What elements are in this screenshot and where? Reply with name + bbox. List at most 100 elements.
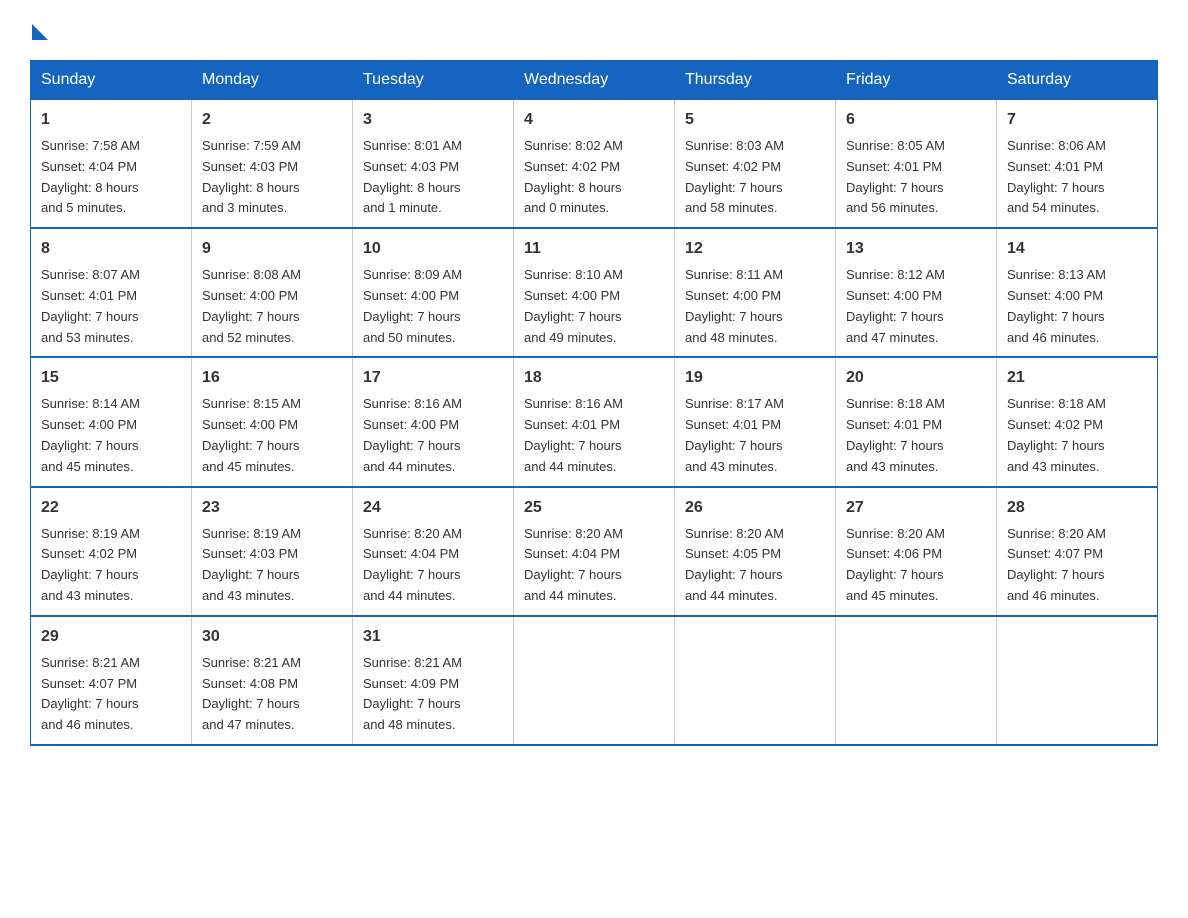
day-info: Sunrise: 7:58 AM Sunset: 4:04 PM Dayligh… xyxy=(41,136,181,219)
day-info: Sunrise: 8:14 AM Sunset: 4:00 PM Dayligh… xyxy=(41,394,181,477)
calendar-cell: 3 Sunrise: 8:01 AM Sunset: 4:03 PM Daylig… xyxy=(353,100,514,229)
day-info: Sunrise: 8:20 AM Sunset: 4:04 PM Dayligh… xyxy=(524,524,664,607)
day-number: 13 xyxy=(846,237,986,261)
calendar-week-5: 29 Sunrise: 8:21 AM Sunset: 4:07 PM Dayli… xyxy=(31,616,1158,745)
calendar-body: 1 Sunrise: 7:58 AM Sunset: 4:04 PM Daylig… xyxy=(31,100,1158,745)
day-number: 6 xyxy=(846,108,986,132)
calendar-header: Sunday Monday Tuesday Wednesday Thursday… xyxy=(31,61,1158,100)
day-number: 23 xyxy=(202,496,342,520)
day-info: Sunrise: 8:19 AM Sunset: 4:03 PM Dayligh… xyxy=(202,524,342,607)
day-info: Sunrise: 8:20 AM Sunset: 4:04 PM Dayligh… xyxy=(363,524,503,607)
calendar-week-1: 1 Sunrise: 7:58 AM Sunset: 4:04 PM Daylig… xyxy=(31,100,1158,229)
day-number: 3 xyxy=(363,108,503,132)
col-wednesday: Wednesday xyxy=(514,61,675,100)
calendar-cell: 27 Sunrise: 8:20 AM Sunset: 4:06 PM Dayli… xyxy=(836,487,997,616)
calendar-cell: 5Sunrise: 8:03 AM Sunset: 4:02 PM Daylig… xyxy=(675,100,836,229)
calendar-cell: 10 Sunrise: 8:09 AM Sunset: 4:00 PM Dayli… xyxy=(353,228,514,357)
calendar-cell: 31 Sunrise: 8:21 AM Sunset: 4:09 PM Dayli… xyxy=(353,616,514,745)
calendar-cell: 25 Sunrise: 8:20 AM Sunset: 4:04 PM Dayli… xyxy=(514,487,675,616)
logo-arrow-icon xyxy=(32,24,48,40)
day-info: Sunrise: 8:09 AM Sunset: 4:00 PM Dayligh… xyxy=(363,265,503,348)
calendar-cell: 11 Sunrise: 8:10 AM Sunset: 4:00 PM Dayli… xyxy=(514,228,675,357)
day-number: 2 xyxy=(202,108,342,132)
day-number: 18 xyxy=(524,366,664,390)
day-number: 20 xyxy=(846,366,986,390)
day-info: Sunrise: 8:21 AM Sunset: 4:07 PM Dayligh… xyxy=(41,653,181,736)
day-number: 5 xyxy=(685,108,825,132)
calendar-cell: 29 Sunrise: 8:21 AM Sunset: 4:07 PM Dayli… xyxy=(31,616,192,745)
calendar-cell: 24 Sunrise: 8:20 AM Sunset: 4:04 PM Dayli… xyxy=(353,487,514,616)
calendar-cell: 28Sunrise: 8:20 AM Sunset: 4:07 PM Dayli… xyxy=(997,487,1158,616)
day-info: Sunrise: 8:10 AM Sunset: 4:00 PM Dayligh… xyxy=(524,265,664,348)
day-info: Sunrise: 8:17 AM Sunset: 4:01 PM Dayligh… xyxy=(685,394,825,477)
day-info: Sunrise: 8:20 AM Sunset: 4:07 PM Dayligh… xyxy=(1007,524,1147,607)
day-info: Sunrise: 8:12 AM Sunset: 4:00 PM Dayligh… xyxy=(846,265,986,348)
day-number: 12 xyxy=(685,237,825,261)
calendar-cell: 19 Sunrise: 8:17 AM Sunset: 4:01 PM Dayli… xyxy=(675,357,836,486)
day-number: 25 xyxy=(524,496,664,520)
day-info: Sunrise: 8:05 AM Sunset: 4:01 PM Dayligh… xyxy=(846,136,986,219)
calendar-cell: 26Sunrise: 8:20 AM Sunset: 4:05 PM Dayli… xyxy=(675,487,836,616)
day-number: 10 xyxy=(363,237,503,261)
calendar-cell xyxy=(675,616,836,745)
calendar-cell: 7 Sunrise: 8:06 AM Sunset: 4:01 PM Daylig… xyxy=(997,100,1158,229)
calendar-cell: 13 Sunrise: 8:12 AM Sunset: 4:00 PM Dayli… xyxy=(836,228,997,357)
day-info: Sunrise: 8:13 AM Sunset: 4:00 PM Dayligh… xyxy=(1007,265,1147,348)
day-number: 14 xyxy=(1007,237,1147,261)
calendar-cell: 23 Sunrise: 8:19 AM Sunset: 4:03 PM Dayli… xyxy=(192,487,353,616)
day-number: 21 xyxy=(1007,366,1147,390)
day-info: Sunrise: 7:59 AM Sunset: 4:03 PM Dayligh… xyxy=(202,136,342,219)
day-number: 19 xyxy=(685,366,825,390)
calendar-week-3: 15Sunrise: 8:14 AM Sunset: 4:00 PM Dayli… xyxy=(31,357,1158,486)
calendar-cell: 4Sunrise: 8:02 AM Sunset: 4:02 PM Daylig… xyxy=(514,100,675,229)
col-friday: Friday xyxy=(836,61,997,100)
day-info: Sunrise: 8:16 AM Sunset: 4:00 PM Dayligh… xyxy=(363,394,503,477)
day-info: Sunrise: 8:18 AM Sunset: 4:02 PM Dayligh… xyxy=(1007,394,1147,477)
day-number: 31 xyxy=(363,625,503,649)
day-number: 7 xyxy=(1007,108,1147,132)
day-info: Sunrise: 8:16 AM Sunset: 4:01 PM Dayligh… xyxy=(524,394,664,477)
day-info: Sunrise: 8:21 AM Sunset: 4:09 PM Dayligh… xyxy=(363,653,503,736)
day-info: Sunrise: 8:19 AM Sunset: 4:02 PM Dayligh… xyxy=(41,524,181,607)
calendar-week-4: 22 Sunrise: 8:19 AM Sunset: 4:02 PM Dayli… xyxy=(31,487,1158,616)
day-number: 27 xyxy=(846,496,986,520)
day-number: 8 xyxy=(41,237,181,261)
calendar-week-2: 8Sunrise: 8:07 AM Sunset: 4:01 PM Daylig… xyxy=(31,228,1158,357)
day-number: 29 xyxy=(41,625,181,649)
calendar-cell: 22 Sunrise: 8:19 AM Sunset: 4:02 PM Dayli… xyxy=(31,487,192,616)
calendar-cell xyxy=(836,616,997,745)
col-monday: Monday xyxy=(192,61,353,100)
calendar-cell: 9 Sunrise: 8:08 AM Sunset: 4:00 PM Daylig… xyxy=(192,228,353,357)
day-info: Sunrise: 8:15 AM Sunset: 4:00 PM Dayligh… xyxy=(202,394,342,477)
header-row: Sunday Monday Tuesday Wednesday Thursday… xyxy=(31,61,1158,100)
calendar-cell: 17Sunrise: 8:16 AM Sunset: 4:00 PM Dayli… xyxy=(353,357,514,486)
day-number: 30 xyxy=(202,625,342,649)
day-number: 22 xyxy=(41,496,181,520)
calendar-cell: 20 Sunrise: 8:18 AM Sunset: 4:01 PM Dayli… xyxy=(836,357,997,486)
col-sunday: Sunday xyxy=(31,61,192,100)
day-info: Sunrise: 8:18 AM Sunset: 4:01 PM Dayligh… xyxy=(846,394,986,477)
day-number: 11 xyxy=(524,237,664,261)
calendar-cell: 12 Sunrise: 8:11 AM Sunset: 4:00 PM Dayli… xyxy=(675,228,836,357)
day-info: Sunrise: 8:08 AM Sunset: 4:00 PM Dayligh… xyxy=(202,265,342,348)
day-info: Sunrise: 8:01 AM Sunset: 4:03 PM Dayligh… xyxy=(363,136,503,219)
calendar-cell: 15Sunrise: 8:14 AM Sunset: 4:00 PM Dayli… xyxy=(31,357,192,486)
day-number: 16 xyxy=(202,366,342,390)
day-number: 4 xyxy=(524,108,664,132)
day-info: Sunrise: 8:06 AM Sunset: 4:01 PM Dayligh… xyxy=(1007,136,1147,219)
day-info: Sunrise: 8:20 AM Sunset: 4:06 PM Dayligh… xyxy=(846,524,986,607)
day-info: Sunrise: 8:21 AM Sunset: 4:08 PM Dayligh… xyxy=(202,653,342,736)
day-number: 9 xyxy=(202,237,342,261)
day-info: Sunrise: 8:20 AM Sunset: 4:05 PM Dayligh… xyxy=(685,524,825,607)
day-info: Sunrise: 8:11 AM Sunset: 4:00 PM Dayligh… xyxy=(685,265,825,348)
logo xyxy=(30,20,48,40)
day-number: 1 xyxy=(41,108,181,132)
calendar-cell: 8Sunrise: 8:07 AM Sunset: 4:01 PM Daylig… xyxy=(31,228,192,357)
calendar-cell: 30 Sunrise: 8:21 AM Sunset: 4:08 PM Dayli… xyxy=(192,616,353,745)
calendar-table: Sunday Monday Tuesday Wednesday Thursday… xyxy=(30,60,1158,746)
calendar-cell: 16 Sunrise: 8:15 AM Sunset: 4:00 PM Dayli… xyxy=(192,357,353,486)
col-thursday: Thursday xyxy=(675,61,836,100)
day-number: 24 xyxy=(363,496,503,520)
page-header xyxy=(30,20,1158,40)
col-saturday: Saturday xyxy=(997,61,1158,100)
